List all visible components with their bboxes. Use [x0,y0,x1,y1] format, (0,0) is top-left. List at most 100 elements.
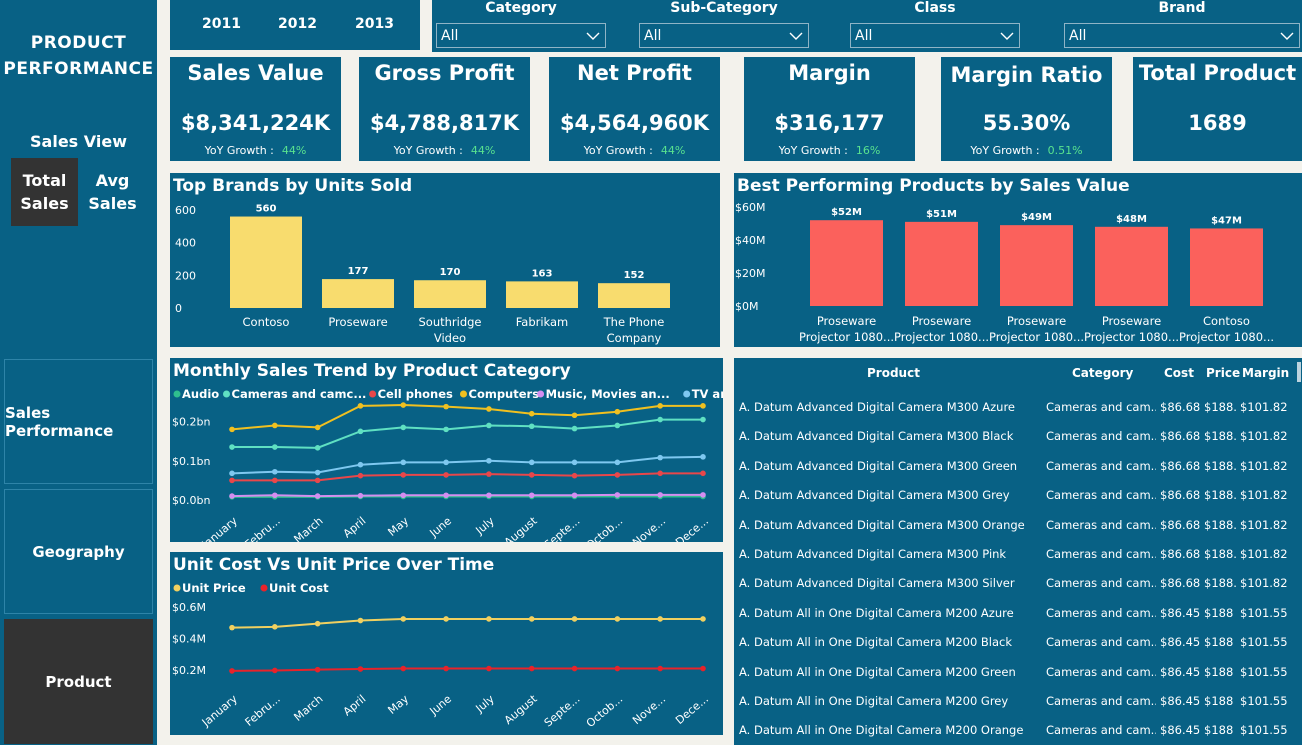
legend-marker [537,390,545,398]
table-cell: Cameras and cam... [1046,576,1156,591]
total-sales-button[interactable]: Total Sales [11,158,78,226]
y-tick-label: 200 [175,269,196,282]
kpi-yoy: YoY Growth : 44% [170,144,341,157]
table-row[interactable]: A. Datum Advanced Digital Camera M300 Or… [734,518,1299,547]
category-dropdown[interactable]: All [436,23,606,48]
data-point [614,422,621,429]
x-tick-label: Projector 1080... [1084,330,1179,344]
year-2012-button[interactable]: 2012 [278,16,317,32]
top-brands-svg: 600 400 200 0 560 Contoso 177 Proseware 170 South… [175,204,670,345]
data-label: $47M [1211,215,1242,226]
unit-cost-price-svg: Unit Price Unit Cost $0.6M $0.4M $0.2M Januar… [172,581,711,730]
table-header-margin[interactable]: Margin [1242,366,1289,380]
data-point [614,665,621,672]
class-dropdown[interactable]: All [850,23,1020,48]
y-tick-label: $0.6M [172,601,206,614]
table-row[interactable]: A. Datum Advanced Digital Camera M300 Bl… [734,429,1299,458]
x-tick-label: June [427,692,455,718]
bar [1190,228,1263,306]
x-tick-label: Contoso [1203,314,1250,328]
data-point [229,477,235,484]
y-tick-label: $20M [735,267,766,280]
table-row[interactable]: A. Datum All in One Digital Camera M200 … [734,665,1299,694]
avg-sales-label-2: Sales [88,194,137,213]
kpi-value: $4,788,817K [369,111,520,135]
kpi-net-profit: Net Profit $4,564,960K YoY Growth : 44% [549,57,720,161]
x-tick-label: Dece... [673,514,711,542]
data-label: 560 [256,204,277,215]
table-row[interactable]: A. Datum All in One Digital Camera M200 … [734,723,1299,745]
data-label: 163 [532,268,553,279]
legend-marker [460,390,467,398]
best-products-svg: $60M $40M $20M $0M $52M Proseware Projector 10… [735,201,1274,344]
kpi-yoy-value: 0.51% [1047,144,1083,157]
table-row[interactable]: A. Datum Advanced Digital Camera M300 Gr… [734,459,1299,488]
data-point [400,459,407,466]
year-2013-button[interactable]: 2013 [355,16,394,32]
table-header-category[interactable]: Category [1072,366,1133,380]
data-point [571,616,578,622]
data-point [571,665,578,672]
kpi-yoy-value: 16% [855,144,881,157]
nav-sales-performance[interactable]: Sales Performance [4,359,153,484]
table-row[interactable]: A. Datum All in One Digital Camera M200 … [734,694,1299,723]
class-dropdown-value: All [855,27,873,44]
table-cell: A. Datum Advanced Digital Camera M300 Si… [739,576,1015,591]
scrollbar[interactable] [1297,362,1301,382]
class-filter: Class All [850,0,1020,48]
data-point [357,617,364,624]
data-point [400,665,407,672]
legend-label: Unit Price [182,581,246,595]
table-cell: A. Datum All in One Digital Camera M200 … [739,605,1014,620]
table-row[interactable]: A. Datum Advanced Digital Camera M300 Gr… [734,488,1299,517]
kpi-yoy: YoY Growth : 16% [744,144,915,157]
avg-sales-button[interactable]: Avg Sales [79,158,146,226]
table-cell: $188.5 [1204,400,1237,414]
table-row[interactable]: A. Datum Advanced Digital Camera M300 Pi… [734,547,1299,576]
table-header-product[interactable]: Product [867,366,920,380]
kpi-title: Net Profit [577,61,692,85]
bar [598,283,670,308]
table-row[interactable]: A. Datum Advanced Digital Camera M300 Az… [734,400,1299,429]
avg-sales-label-1: Avg [95,171,130,190]
y-tick-label: $0.4M [172,633,206,646]
subcategory-dropdown[interactable]: All [639,23,809,48]
table-row[interactable]: A. Datum All in One Digital Camera M200 … [734,635,1299,664]
nav-product[interactable]: Product [4,619,153,744]
table-header-cost[interactable]: Cost [1164,366,1194,380]
legend-marker [260,584,268,592]
nav-geography[interactable]: Geography [4,489,153,614]
data-point [272,477,278,484]
table-cell: $101.55 [1240,605,1288,620]
data-point [486,457,492,464]
table-row[interactable]: A. Datum Advanced Digital Camera M300 Si… [734,576,1299,605]
table-header-price[interactable]: Price [1206,366,1240,380]
data-point [443,472,449,478]
brand-dropdown[interactable]: All [1064,23,1300,48]
year-2011-button[interactable]: 2011 [202,16,241,32]
series-line [232,472,703,482]
data-label: 152 [624,270,645,281]
data-label: $52M [831,207,862,218]
bar [414,280,486,308]
series-line [231,404,703,431]
total-sales-label-2: Sales [20,194,69,213]
table-row[interactable]: A. Datum All in One Digital Camera M200 … [734,606,1299,635]
x-tick-label: Proseware [1102,314,1161,328]
table-cell: $188.5 [1204,576,1237,591]
brand-filter: Brand All [1064,0,1300,48]
kpi-title: Margin [788,61,871,85]
data-point [357,492,364,499]
nav-product-label: Product [45,672,112,691]
data-point [614,492,621,498]
table-cell: $101.82 [1240,429,1288,444]
data-point [314,620,321,627]
subcategory-filter: Sub-Category All [639,0,809,48]
legend-label: Audio [182,387,219,401]
data-point [571,472,578,479]
nav-geography-label: Geography [32,542,125,561]
legend-marker [369,390,377,398]
data-point [657,470,663,477]
x-tick-label: April [341,692,369,718]
data-point [314,469,321,476]
